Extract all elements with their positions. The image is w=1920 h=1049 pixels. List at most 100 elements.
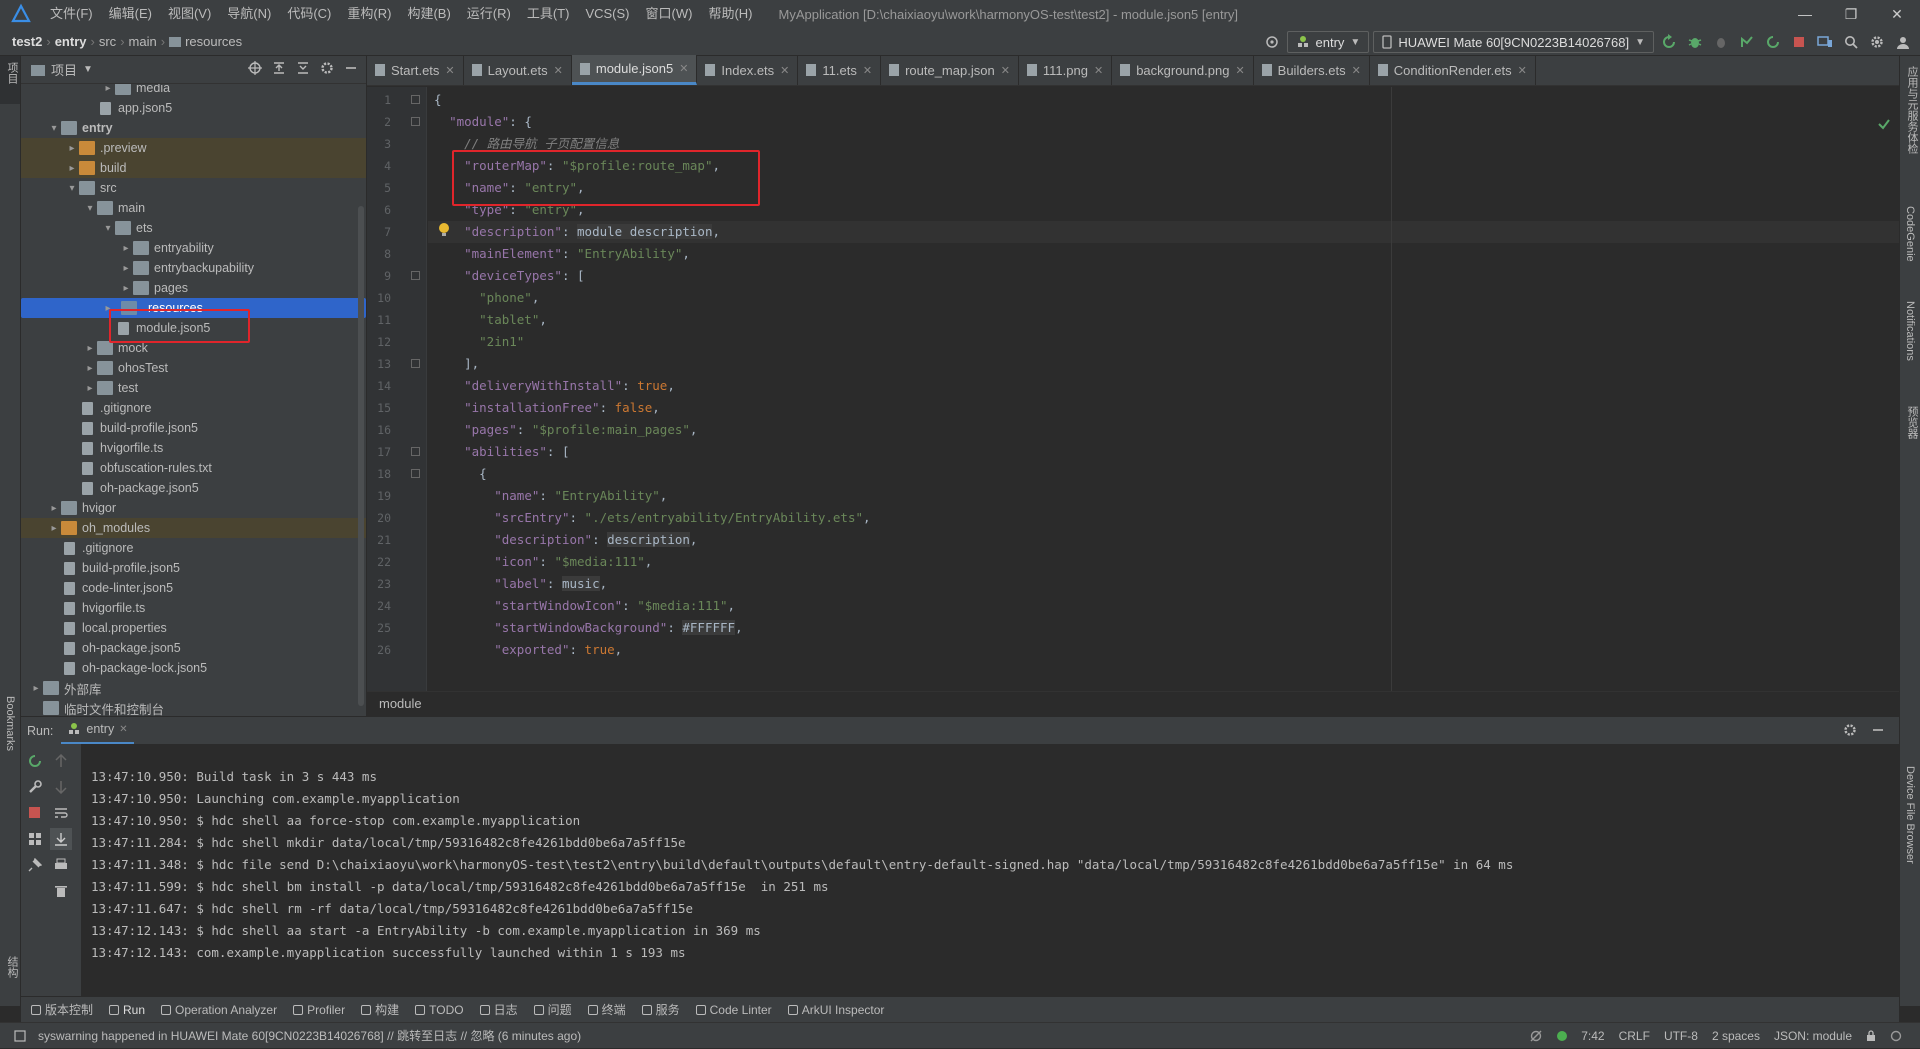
tree-folder-item[interactable]: ▸ hvigor	[21, 498, 366, 518]
cursor-position[interactable]: 7:42	[1581, 1023, 1604, 1049]
fold-marker-icon[interactable]	[411, 447, 420, 456]
menu-item[interactable]: 工具(T)	[519, 0, 578, 28]
menu-item[interactable]: 重构(R)	[339, 0, 399, 28]
tool-tab[interactable]: Operation Analyzer	[161, 1003, 277, 1017]
search-icon[interactable]	[1840, 31, 1862, 53]
code-line[interactable]: "label": music,	[428, 573, 1899, 595]
structure-tool-button[interactable]: 结构	[4, 956, 20, 978]
chevron-down-icon[interactable]: ▾	[83, 203, 97, 214]
maximize-button[interactable]: ❐	[1828, 0, 1874, 28]
project-scrollbar[interactable]	[358, 206, 364, 706]
tree-folder-item[interactable]: ▾ main	[21, 198, 366, 218]
window-layout-icon[interactable]	[14, 1029, 26, 1042]
project-tool-button[interactable]: 项目	[0, 56, 20, 104]
code-line[interactable]: "phone",	[428, 287, 1899, 309]
indent-setting[interactable]: 2 spaces	[1712, 1023, 1760, 1049]
chevron-right-icon[interactable]: ▸	[83, 383, 97, 394]
tree-folder-item[interactable]: ▾ entry	[21, 118, 366, 138]
apply-changes-icon[interactable]	[1762, 31, 1784, 53]
soft-wrap-icon[interactable]	[54, 806, 68, 820]
debug-icon[interactable]	[1684, 31, 1706, 53]
chevron-right-icon[interactable]: ▸	[101, 84, 115, 94]
code-line[interactable]: "name": "EntryAbility",	[428, 485, 1899, 507]
chevron-down-icon[interactable]: ▼	[83, 64, 93, 75]
tree-file-item[interactable]: .gitignore	[21, 398, 366, 418]
settings-icon[interactable]	[1866, 31, 1888, 53]
menu-item[interactable]: 导航(N)	[219, 0, 279, 28]
editor-tab[interactable]: ConditionRender.ets ✕	[1370, 55, 1536, 85]
chevron-right-icon[interactable]: ▸	[65, 163, 79, 174]
editor-tab[interactable]: 11.ets ✕	[798, 55, 882, 85]
tree-file-item[interactable]: oh-package.json5	[21, 478, 366, 498]
tree-folder-item[interactable]: ▸ test	[21, 378, 366, 398]
menu-item[interactable]: 运行(R)	[459, 0, 519, 28]
wrench-icon[interactable]	[28, 780, 42, 794]
tree-folder-item[interactable]: ▸ ohosTest	[21, 358, 366, 378]
close-icon[interactable]: ✕	[1352, 64, 1361, 77]
close-icon[interactable]: ✕	[1001, 64, 1010, 77]
code-line[interactable]: "description": module description,	[428, 221, 1899, 243]
tool-tab[interactable]: 服务	[641, 1001, 680, 1018]
tree-file-item[interactable]: hvigorfile.ts	[21, 438, 366, 458]
stop-icon[interactable]	[28, 806, 41, 819]
editor-tab[interactable]: module.json5 ✕	[571, 55, 698, 85]
file-encoding[interactable]: UTF-8	[1664, 1023, 1698, 1049]
minimize-button[interactable]: —	[1782, 0, 1828, 28]
tree-file-item[interactable]: .gitignore	[21, 538, 366, 558]
code-line[interactable]: "abilities": [	[428, 441, 1899, 463]
tree-folder-item[interactable]: ▾ ets	[21, 218, 366, 238]
device-manager-icon[interactable]	[1814, 31, 1836, 53]
menu-item[interactable]: 文件(F)	[42, 0, 101, 28]
tree-folder-item[interactable]: ▸ oh_modules	[21, 518, 366, 538]
pin-icon[interactable]	[28, 858, 42, 872]
trash-icon[interactable]	[54, 884, 68, 898]
chevron-down-icon[interactable]: ▾	[65, 183, 79, 194]
expand-all-icon[interactable]	[272, 61, 286, 75]
close-icon[interactable]: ✕	[119, 724, 127, 735]
tree-folder-item[interactable]: ▸ media	[21, 84, 366, 98]
stop-icon[interactable]	[1788, 31, 1810, 53]
editor-tab[interactable]: route_map.json ✕	[881, 55, 1019, 85]
user-icon[interactable]	[1892, 31, 1914, 53]
codegenie-tool-button[interactable]: CodeGenie	[1904, 206, 1916, 262]
gear-icon[interactable]	[1843, 723, 1857, 737]
tree-folder-item[interactable]: ▸ pages	[21, 278, 366, 298]
rerun-icon[interactable]	[1658, 31, 1680, 53]
gear-icon[interactable]	[320, 61, 334, 75]
tool-tab[interactable]: Run	[109, 1003, 145, 1017]
run-tab-entry[interactable]: entry ✕	[61, 717, 134, 745]
tree-file-item[interactable]: local.properties	[21, 618, 366, 638]
run-console-output[interactable]: 13:47:10.950: Build task in 3 s 443 ms 13…	[81, 744, 1899, 996]
line-separator[interactable]: CRLF	[1619, 1023, 1650, 1049]
device-select[interactable]: HUAWEI Mate 60[9CN0223B14026768] ▼	[1373, 31, 1654, 53]
tree-file-item[interactable]: hvigorfile.ts	[21, 598, 366, 618]
code-line[interactable]: "deviceTypes": [	[428, 265, 1899, 287]
tree-folder-item[interactable]: ▸ 外部库	[21, 678, 366, 698]
editor-tab[interactable]: Layout.ets ✕	[464, 55, 572, 85]
device-file-browser-tool-button[interactable]: Device File Browser	[1904, 766, 1916, 864]
tree-folder-item[interactable]: ▾ src	[21, 178, 366, 198]
code-line[interactable]: {	[428, 463, 1899, 485]
target-icon[interactable]	[1261, 31, 1283, 53]
code-line[interactable]: {	[428, 89, 1899, 111]
menu-item[interactable]: VCS(S)	[577, 0, 637, 28]
chevron-right-icon[interactable]: ▸	[47, 523, 61, 534]
scroll-to-end-button[interactable]	[50, 828, 72, 850]
tree-file-item[interactable]: oh-package.json5	[21, 638, 366, 658]
app-check-tool-button[interactable]: 应用与元服务体检	[1904, 66, 1920, 154]
chevron-right-icon[interactable]: ▸	[47, 503, 61, 514]
fold-marker-icon[interactable]	[411, 95, 420, 104]
locate-icon[interactable]	[248, 61, 262, 75]
tool-tab[interactable]: 版本控制	[31, 1001, 93, 1018]
code-line[interactable]: "tablet",	[428, 309, 1899, 331]
editor-breadcrumb[interactable]: module	[367, 691, 1899, 716]
tree-folder-item[interactable]: 临时文件和控制台	[21, 698, 366, 716]
menu-item[interactable]: 帮助(H)	[700, 0, 760, 28]
menu-item[interactable]: 视图(V)	[160, 0, 219, 28]
close-icon[interactable]: ✕	[1518, 64, 1527, 77]
close-icon[interactable]: ✕	[679, 62, 688, 75]
chevron-right-icon[interactable]: ▸	[65, 143, 79, 154]
memory-indicator-icon[interactable]	[1890, 1030, 1902, 1042]
code-line[interactable]: "mainElement": "EntryAbility",	[428, 243, 1899, 265]
tool-tab[interactable]: 问题	[533, 1001, 572, 1018]
